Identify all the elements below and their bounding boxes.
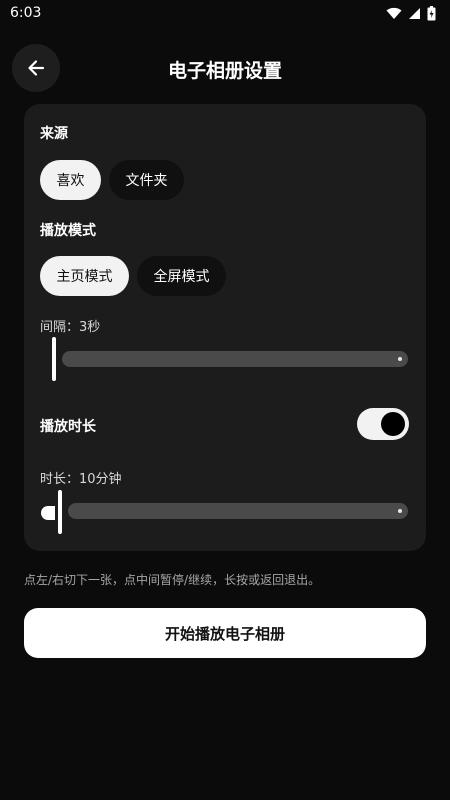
usage-hint: 点左/右切下一张，点中间暂停/继续，长按或返回退出。 bbox=[24, 573, 321, 587]
play-duration-toggle[interactable] bbox=[357, 408, 409, 440]
play-duration-label: 播放时长 bbox=[40, 419, 96, 435]
source-option-favorites[interactable]: 喜欢 bbox=[40, 160, 101, 200]
interval-label: 间隔：3秒 bbox=[40, 320, 101, 335]
source-label: 来源 bbox=[40, 126, 68, 142]
status-time: 6:03 bbox=[10, 5, 42, 21]
settings-card: 来源 喜欢 文件夹 播放模式 主页模式 全屏模式 间隔：3秒 播放时长 时长：1… bbox=[24, 104, 426, 551]
status-bar: 6:03 bbox=[0, 0, 450, 26]
signal-icon bbox=[409, 7, 420, 19]
interval-slider-track[interactable] bbox=[62, 351, 408, 367]
duration-label: 时长：10分钟 bbox=[40, 472, 122, 487]
duration-slider-thumb[interactable] bbox=[58, 490, 62, 534]
play-mode-label: 播放模式 bbox=[40, 223, 96, 239]
play-mode-option-home[interactable]: 主页模式 bbox=[40, 256, 129, 296]
duration-slider-end-dot bbox=[398, 509, 402, 513]
duration-slider-track[interactable] bbox=[68, 503, 408, 519]
wifi-icon bbox=[386, 7, 402, 19]
duration-slider-start-dot bbox=[41, 506, 55, 520]
start-slideshow-button[interactable]: 开始播放电子相册 bbox=[24, 608, 426, 658]
source-option-folder[interactable]: 文件夹 bbox=[109, 160, 184, 200]
header: 电子相册设置 bbox=[0, 44, 450, 94]
battery-icon bbox=[427, 5, 436, 20]
interval-slider-thumb[interactable] bbox=[52, 337, 56, 381]
status-icons bbox=[386, 5, 436, 21]
page-title: 电子相册设置 bbox=[167, 60, 282, 82]
interval-slider-end-dot bbox=[398, 357, 402, 361]
play-mode-option-fullscreen[interactable]: 全屏模式 bbox=[137, 256, 226, 296]
toggle-knob bbox=[381, 412, 405, 436]
